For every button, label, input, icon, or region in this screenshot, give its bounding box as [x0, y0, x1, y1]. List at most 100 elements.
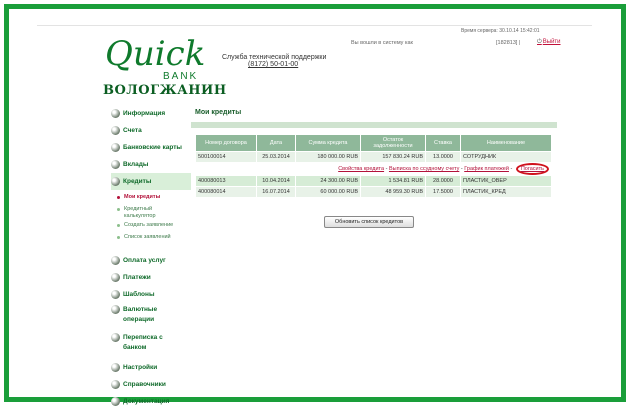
credit-properties-link[interactable]: Свойства кредита [338, 166, 384, 172]
credit-actions: Свойства кредита - Выписка по ссудному с… [195, 162, 552, 176]
table-row[interactable]: 500100014 25.03.2014 180 000.00 RUB 157 … [195, 151, 552, 163]
date-cell: 25.03.2014 [256, 151, 296, 163]
sidebar-item-label: Настройки [123, 364, 158, 371]
name-cell: СОТРУДНИК [460, 151, 552, 163]
column-header: Дата [256, 134, 296, 152]
sidebar-item-payments-services[interactable]: Оплата услуг [111, 252, 191, 269]
sidebar-item-documentation[interactable]: Документация [111, 393, 191, 410]
title-divider [191, 122, 557, 128]
globe-icon [111, 380, 120, 389]
row-actions: Свойства кредита - Выписка по ссудному с… [195, 162, 552, 176]
bank-logo[interactable]: Quick BANK ВОЛОГЖАНИН [103, 34, 226, 99]
sidebar-item-label: Документация [123, 398, 170, 405]
sidebar-item-label: Платежи [123, 274, 151, 281]
sidebar-subitem-label: Кредитный калькулятор [124, 206, 156, 219]
table-header-row: Номер договора Дата Сумма кредита Остато… [195, 134, 552, 152]
globe-icon [111, 397, 120, 406]
bullet-icon [117, 236, 120, 239]
sidebar-subitem-my-credits[interactable]: Мои кредиты [111, 194, 191, 206]
column-header: Остаток задолженности [360, 134, 426, 152]
sidebar-item-label: Банковские карты [123, 144, 182, 151]
amount-cell: 60 000.00 RUB [295, 186, 361, 198]
bullet-icon [117, 196, 120, 199]
globe-icon [111, 273, 120, 282]
user-id: [182813] | [496, 40, 521, 46]
logout-link[interactable]: ⏻Выйти [537, 39, 561, 46]
globe-icon [111, 363, 120, 372]
globe-icon [111, 177, 120, 186]
sidebar-item-deposits[interactable]: Вклады [111, 156, 191, 173]
balance-cell: 157 830.24 RUB [360, 151, 426, 163]
sidebar-item-settings[interactable]: Настройки [111, 359, 191, 376]
rate-cell: 28.0000 [425, 175, 461, 187]
balance-cell: 48 959.30 RUB [360, 186, 426, 198]
bullet-icon [117, 208, 120, 211]
contract-cell: 400080014 [195, 186, 257, 198]
rate-cell: 17.5000 [425, 186, 461, 198]
date-cell: 16.07.2014 [256, 186, 296, 198]
sidebar-subitem-label: Создать заявление [124, 222, 174, 228]
support-phone[interactable]: (8172) 50-01-00 [248, 61, 326, 68]
sidebar-item-label: Переписка с банком [123, 334, 163, 351]
server-time: Время сервера: 30.10.14 15:42:01 [461, 28, 540, 34]
loan-statement-link[interactable]: Выписка по ссудному счету [389, 166, 459, 172]
sidebar-item-label: Валютные операции [123, 306, 158, 323]
rate-cell: 13.0000 [425, 151, 461, 163]
sidebar-subitem-calculator[interactable]: Кредитный калькулятор [111, 206, 191, 222]
sidebar-item-label: Вклады [123, 161, 149, 168]
sidebar-item-label: Шаблоны [123, 291, 155, 298]
globe-icon [111, 160, 120, 169]
name-cell: ПЛАСТИК_КРЕД [460, 186, 552, 198]
sidebar-item-currency[interactable]: Валютные операции [111, 303, 191, 331]
table-row[interactable]: 400080013 10.04.2014 24 300.00 RUB 1 534… [195, 175, 552, 187]
sidebar-item-payments[interactable]: Платежи [111, 269, 191, 286]
logout-label: Выйти [542, 39, 561, 45]
amount-cell: 180 000.00 RUB [295, 151, 361, 163]
sidebar-item-label: Информация [123, 110, 166, 117]
sidebar-item-accounts[interactable]: Счета [111, 122, 191, 139]
power-icon: ⏻ [537, 39, 542, 45]
globe-icon [111, 305, 120, 314]
balance-cell: 1 534.81 RUB [360, 175, 426, 187]
page-title: Мои кредиты [195, 109, 242, 116]
sidebar-item-templates[interactable]: Шаблоны [111, 286, 191, 303]
screenshot-frame: Quick BANK ВОЛОГЖАНИН Служба технической… [4, 4, 626, 406]
globe-icon [111, 333, 120, 342]
credits-table: Номер договора Дата Сумма кредита Остато… [195, 134, 552, 198]
sidebar-item-cards[interactable]: Банковские карты [111, 139, 191, 156]
sidebar-item-references[interactable]: Справочники [111, 376, 191, 393]
table-row[interactable]: 400080014 16.07.2014 60 000.00 RUB 48 95… [195, 186, 552, 198]
column-header: Ставка [425, 134, 461, 152]
logo-bank: BANK [163, 71, 199, 82]
date-cell: 10.04.2014 [256, 175, 296, 187]
amount-cell: 24 300.00 RUB [295, 175, 361, 187]
sidebar-subitem-request-list[interactable]: Список заявлений [111, 234, 191, 246]
sidebar-item-info[interactable]: Информация [111, 105, 191, 122]
sidebar-item-correspondence[interactable]: Переписка с банком [111, 331, 191, 359]
sidebar: Информация Счета Банковские карты Вклады… [111, 105, 191, 410]
bank-page: Quick BANK ВОЛОГЖАНИН Служба технической… [21, 21, 606, 406]
logo-vologzhanin: ВОЛОГЖАНИН [103, 83, 227, 98]
logo-quick: Quick [105, 34, 206, 74]
column-header: Сумма кредита [295, 134, 361, 152]
sidebar-item-credits[interactable]: Кредиты [111, 173, 191, 190]
repay-link[interactable]: Погасить [515, 163, 549, 175]
name-cell: ПЛАСТИК_ОВЕР [460, 175, 552, 187]
globe-icon [111, 290, 120, 299]
sidebar-subitem-label: Список заявлений [124, 234, 171, 240]
globe-icon [111, 256, 120, 265]
sidebar-item-label: Счета [123, 127, 142, 134]
header-divider [37, 25, 592, 26]
sidebar-subitem-label: Мои кредиты [124, 194, 161, 200]
payment-schedule-link[interactable]: График платежей [464, 166, 509, 172]
sidebar-subitem-create-request[interactable]: Создать заявление [111, 222, 191, 234]
support-label: Служба технической поддержки [222, 54, 327, 61]
sidebar-item-label: Кредиты [123, 178, 152, 185]
column-header: Наименование [460, 134, 552, 152]
main-content: Мои кредиты Номер договора Дата Сумма кр… [191, 105, 557, 198]
contract-cell: 500100014 [195, 151, 257, 163]
globe-icon [111, 126, 120, 135]
refresh-credits-button[interactable]: Обновить список кредитов [324, 216, 414, 228]
support-info: Служба технической поддержки (8172) 50-0… [222, 54, 326, 68]
bullet-icon [117, 224, 120, 227]
